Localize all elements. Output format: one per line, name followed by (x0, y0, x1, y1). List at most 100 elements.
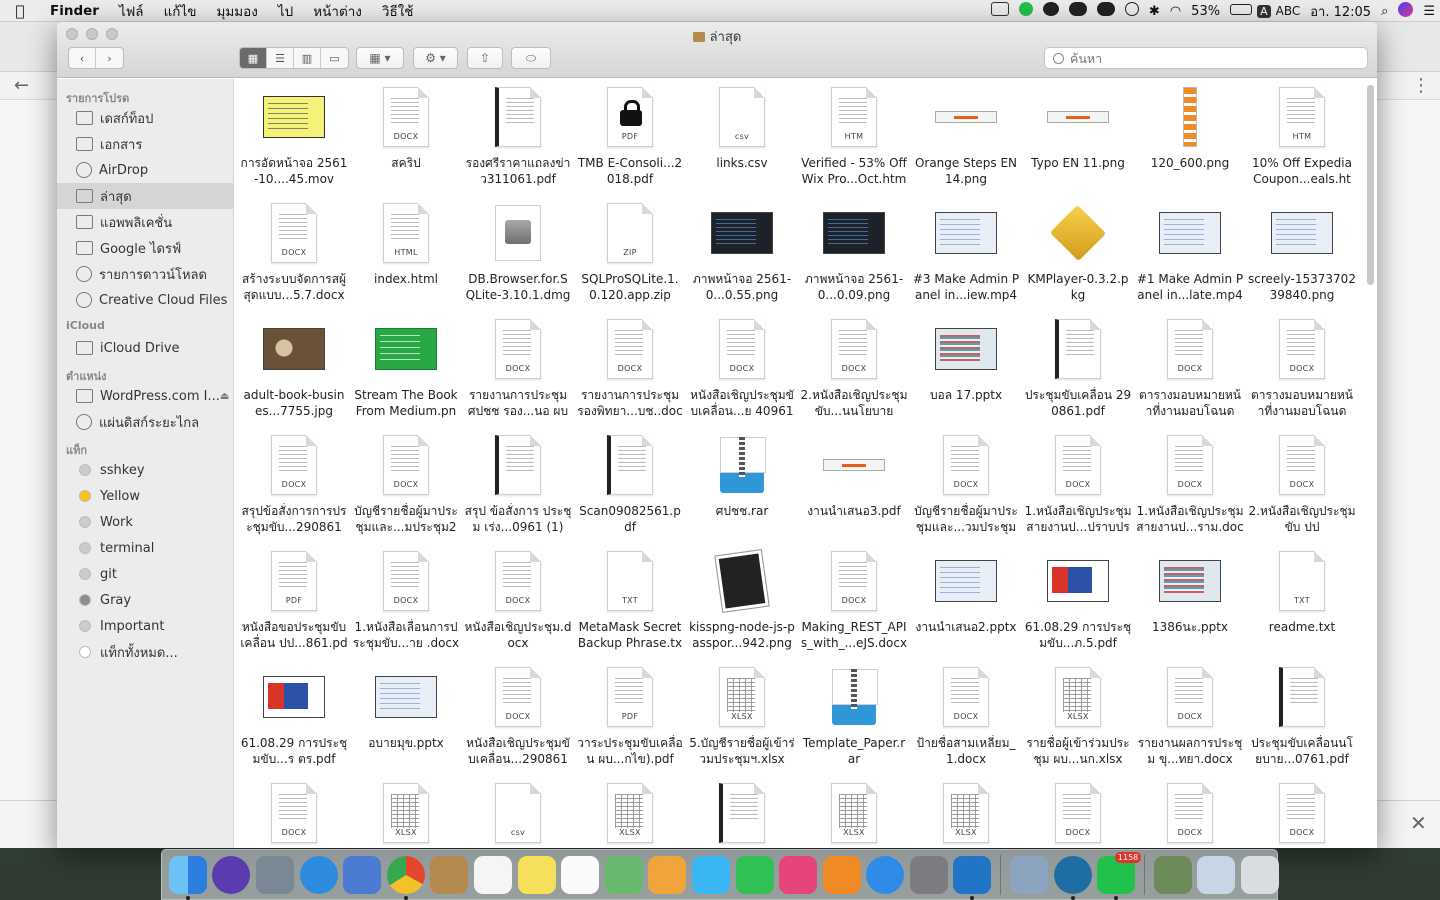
sidebar-tag-1[interactable]: Yellow (57, 483, 233, 509)
menu-go[interactable]: ไป (268, 0, 303, 22)
file-item[interactable]: สรุป ข้อสั่งการ ประชุม เร่ง...0961 (1) (462, 431, 574, 547)
spotlight-icon[interactable]: ⌕ (1376, 4, 1393, 19)
documents-icon[interactable] (1153, 855, 1192, 894)
books-icon[interactable] (822, 855, 861, 894)
file-item[interactable]: DOCX 1.หนังสือเลื่อนการประชุมขับ...าย .do… (350, 547, 462, 663)
file-item[interactable]: csv links.csv (686, 83, 798, 199)
column-view-button[interactable]: ▥ (294, 48, 321, 68)
itunes-icon[interactable] (779, 855, 818, 894)
notification-center-icon[interactable]: ☰ (1418, 4, 1440, 19)
edit-tags-button[interactable]: ⬭ (511, 47, 551, 69)
file-item[interactable]: งานนำเสนอ3.pdf (798, 431, 910, 547)
share-button[interactable]: ⇧ (467, 47, 503, 69)
file-item[interactable]: Stream The Book From Medium.png (350, 315, 462, 431)
creative-cloud-status-icon[interactable] (1038, 2, 1064, 20)
file-item[interactable]: kisspng-node-js-passpor...942.png (686, 547, 798, 663)
back-button[interactable]: ‹ (69, 48, 96, 68)
sidebar-item-favorites-6[interactable]: รายการดาวน์โหลด (57, 261, 233, 287)
file-item[interactable]: screely-1537370239840.png (1246, 199, 1358, 315)
file-item[interactable]: XLSX 5.บัญชีรายชื่อผู้เข้าร่วมประชุมฯ.xls… (686, 663, 798, 779)
sidebar-tag-7[interactable]: แท็กทั้งหมด... (57, 639, 233, 665)
file-item[interactable]: DOCX 1.หนังสือเชิญประชุมสายงานป...ราม.doc… (1134, 431, 1246, 547)
file-item[interactable]: ภาพหน้าจอ 2561-0...0.09.png (798, 199, 910, 315)
sidebar-tag-2[interactable]: Work (57, 509, 233, 535)
search-input[interactable] (1070, 50, 1350, 66)
file-item[interactable]: DOCX (1134, 779, 1246, 848)
file-item[interactable]: ประชุมขับเคลื่อน 290861.pdf (1022, 315, 1134, 431)
close-download-bar-icon[interactable]: ✕ (1410, 811, 1427, 835)
file-item[interactable]: บอล 17.pptx (910, 315, 1022, 431)
menu-help[interactable]: วิธีใช้ (372, 0, 424, 22)
file-item[interactable] (686, 779, 798, 848)
group-by-button[interactable]: ▦ ▾ (356, 47, 404, 69)
clock[interactable]: อา. 12:05 (1305, 1, 1376, 22)
preview-bird-icon[interactable] (343, 855, 382, 894)
file-item[interactable]: DOCX บัญชีรายชื่อผู้มาประชุมและ...วมประชุ… (910, 431, 1022, 547)
file-item[interactable]: ประชุมขับเคลื่อนนโยบาย...0761.pdf (1246, 663, 1358, 779)
file-item[interactable]: PDF TMB E-Consoli...2018.pdf (574, 83, 686, 199)
file-item[interactable]: งานนำเสนอ2.pptx (910, 547, 1022, 663)
siri-icon[interactable] (212, 855, 251, 894)
apple-menu-icon[interactable]:  (0, 2, 40, 20)
menu-app-name[interactable]: Finder (40, 3, 109, 19)
file-item[interactable]: รองศรีราคาแถลงข่าว311061.pdf (462, 83, 574, 199)
input-source-badge[interactable]: A (1257, 4, 1271, 18)
sidebar-item-favorites-7[interactable]: Creative Cloud Files (57, 287, 233, 313)
file-item[interactable]: HTM 10% Off Expedia Coupon...eals.htm (1246, 83, 1358, 199)
file-item[interactable]: DOCX หนังสือเชิญประชุมขับเคลื่อน...290861 (462, 663, 574, 779)
file-item[interactable]: HTM Verified - 53% Off Wix Pro...Oct.htm (798, 83, 910, 199)
file-item[interactable]: DOCX 2.หนังสือเชิญประชุมขับ...นนโยบาย (798, 315, 910, 431)
downloads-stack-icon[interactable] (1197, 855, 1236, 894)
file-item[interactable]: Typo EN 11.png (1022, 83, 1134, 199)
sidebar-item-locations-1[interactable]: แผ่นดิสก์ระยะไกล (57, 409, 233, 435)
menu-view[interactable]: มุมมอง (206, 0, 267, 22)
sidebar-item-locations-0[interactable]: WordPress.com I... ⏏ (57, 383, 233, 409)
file-item[interactable]: #3 Make Admin Panel in...iew.mp4 (910, 199, 1022, 315)
file-item[interactable]: DOCX สคริป (350, 83, 462, 199)
file-item[interactable]: DOCX 2.หนังสือเชิญประชุมขับ ปป (1246, 431, 1358, 547)
vertical-scrollbar[interactable] (1367, 85, 1374, 285)
cloud-icon[interactable] (1092, 2, 1120, 20)
wordpress-icon[interactable] (1053, 855, 1092, 900)
sidebar-item-favorites-1[interactable]: เอกสาร (57, 131, 233, 157)
chrome-icon[interactable] (386, 855, 425, 900)
gallery-view-button[interactable]: ▭ (321, 48, 348, 68)
app-store-icon[interactable] (866, 855, 905, 894)
safari-icon[interactable] (299, 855, 338, 894)
file-item[interactable]: PDF วาระประชุมขับเคลื่อน ผบ...กไข).pdf (574, 663, 686, 779)
file-item[interactable]: KMPlayer-0.3.2.pkg (1022, 199, 1134, 315)
file-item[interactable]: PDF หนังสือขอประชุมขับเคลื่อน ปป...861.pd… (238, 547, 350, 663)
sidebar-item-favorites-0[interactable]: เดสก์ท็อป (57, 105, 233, 131)
eject-icon[interactable]: ⏏ (220, 391, 229, 402)
file-item[interactable]: DOCX (1022, 779, 1134, 848)
more-icon[interactable]: ⋮ (1412, 75, 1430, 96)
forward-button[interactable]: › (96, 48, 123, 68)
file-item[interactable]: การอัดหน้าจอ 2561-10....45.mov (238, 83, 350, 199)
launchpad-icon[interactable] (255, 855, 294, 894)
file-item[interactable]: DOCX (238, 779, 350, 848)
notes-icon[interactable] (517, 855, 556, 894)
menu-edit[interactable]: แก้ไข (154, 0, 207, 22)
sidebar-tag-6[interactable]: Important (57, 613, 233, 639)
file-item[interactable]: DOCX (1246, 779, 1358, 848)
file-item[interactable]: DOCX หนังสือเชิญประชุมขับเคลื่อน...ย 4096… (686, 315, 798, 431)
file-item[interactable]: adult-book-busines...7755.jpg (238, 315, 350, 431)
file-item[interactable]: XLSX (350, 779, 462, 848)
file-item[interactable]: XLSX (910, 779, 1022, 848)
menu-window[interactable]: หน้าต่าง (303, 0, 372, 22)
sidebar-item-favorites-3[interactable]: ล่าสุด (57, 183, 233, 209)
photos-icon[interactable] (648, 855, 687, 894)
list-view-button[interactable]: ☰ (267, 48, 294, 68)
messages-icon[interactable] (691, 855, 730, 894)
vscode-icon[interactable] (953, 855, 992, 900)
menu-file[interactable]: ไฟล์ (109, 0, 154, 22)
file-item[interactable]: Template_Paper.rar (798, 663, 910, 779)
sidebar-tag-0[interactable]: sshkey (57, 457, 233, 483)
image-capture-icon[interactable] (1010, 855, 1049, 894)
siri-status-icon[interactable] (1393, 1, 1418, 21)
system-preferences-icon[interactable] (909, 855, 948, 894)
file-item[interactable]: DOCX รายงานการประชุม ศปชช รอง...นอ ผบช. (462, 315, 574, 431)
file-item[interactable]: Orange Steps EN 14.png (910, 83, 1022, 199)
screen-icon[interactable] (986, 2, 1014, 20)
icon-view-button[interactable]: ▦ (240, 48, 267, 68)
